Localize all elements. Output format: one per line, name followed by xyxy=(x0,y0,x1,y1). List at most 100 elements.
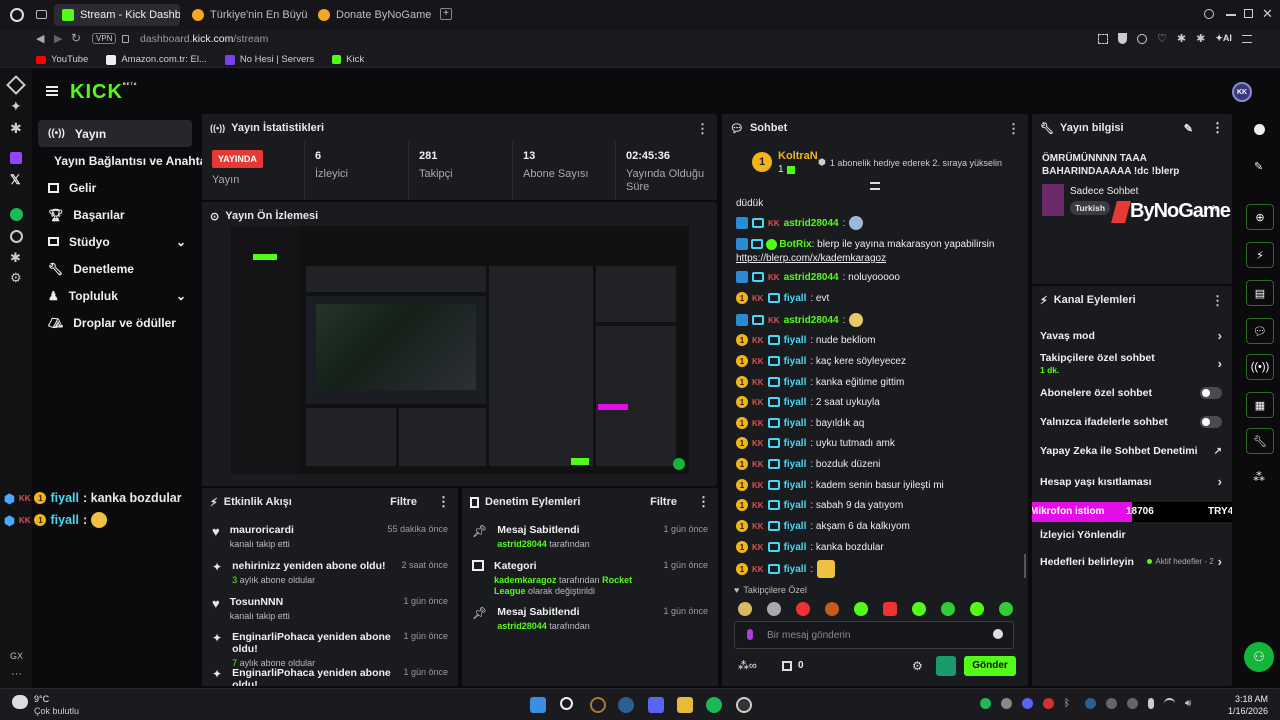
filter-button[interactable]: Filtre xyxy=(390,496,417,508)
more-options-icon[interactable]: ⋮ xyxy=(1211,294,1224,307)
rail-button-document[interactable]: ▤ xyxy=(1246,280,1274,306)
more-options-icon[interactable]: ⋮ xyxy=(437,494,450,510)
tray-icon[interactable] xyxy=(1022,698,1033,709)
tab-kick-dashboard[interactable]: Stream - Kick Dashboard xyxy=(54,4,180,26)
more-options-icon[interactable]: ⋮ xyxy=(696,122,709,135)
spotify-icon[interactable] xyxy=(706,697,722,713)
avatar[interactable]: KK xyxy=(1232,82,1252,102)
settings-icon[interactable]: ⚙ xyxy=(10,270,22,286)
chat-settings-icon[interactable]: ⚙ xyxy=(912,659,923,673)
clock-time[interactable]: 3:18 AM xyxy=(1224,694,1268,704)
slow-mode-row[interactable]: Yavaş mod › xyxy=(1040,328,1222,343)
reload-icon[interactable]: ↻ xyxy=(71,31,81,45)
heart-icon[interactable]: ♡ xyxy=(1157,33,1167,44)
opera-gx-icon[interactable] xyxy=(590,697,606,713)
ai-button[interactable]: ✦AI xyxy=(1215,33,1232,44)
filter-button[interactable]: Filtre xyxy=(650,496,677,508)
help-button[interactable]: ⚇ xyxy=(1244,642,1274,672)
new-tab-button[interactable]: + xyxy=(440,8,452,20)
volume-icon[interactable]: 🔊︎ xyxy=(1185,698,1196,709)
vpn-badge[interactable]: VPN xyxy=(92,33,117,44)
rail-button-broadcast[interactable]: ((•)) xyxy=(1246,354,1274,380)
edit-icon[interactable]: ✎ xyxy=(1184,122,1193,135)
goals-row[interactable]: Hedefleri belirleyin Aktif hedefler - 2 … xyxy=(1040,554,1222,569)
clock-date[interactable]: 1/16/2026 xyxy=(1216,706,1268,716)
emote-only-row[interactable]: Yalnızca ifadelerle sohbet xyxy=(1040,416,1222,428)
tray-icon[interactable] xyxy=(1001,698,1012,709)
account-age-row[interactable]: Hesap yaşı kısıtlaması › xyxy=(1040,474,1222,489)
nav-item-achievements[interactable]: 🏆︎ Başarılar xyxy=(32,201,198,228)
emote-icon[interactable] xyxy=(738,602,752,616)
clock-icon[interactable] xyxy=(10,230,23,243)
nav-item-studio[interactable]: Stüdyo ⌄ xyxy=(32,228,198,255)
spotify-icon[interactable] xyxy=(10,208,23,221)
search-icon[interactable] xyxy=(560,697,573,710)
raid-row[interactable]: İzleyici Yönlendir xyxy=(1040,529,1222,541)
nav-item-stream-key[interactable]: Yayın Bağlantısı ve Anahtarı xyxy=(32,147,214,174)
emote-icon[interactable] xyxy=(825,602,839,616)
emote-icon[interactable] xyxy=(941,602,955,616)
emote-icon[interactable] xyxy=(912,602,926,616)
microphone-icon[interactable] xyxy=(747,629,753,640)
bookmark-amazon[interactable]: Amazon.com.tr: El... xyxy=(106,54,207,65)
more-options-icon[interactable]: ⋮ xyxy=(1007,122,1020,135)
emote-icon[interactable] xyxy=(767,602,781,616)
tray-icon[interactable] xyxy=(1085,698,1096,709)
emote-icon[interactable] xyxy=(883,602,897,616)
bookmark-youtube[interactable]: YouTube xyxy=(36,54,88,65)
obs-icon[interactable] xyxy=(736,697,752,713)
discord-icon[interactable] xyxy=(648,697,664,713)
rail-more-icon[interactable]: ⁂ xyxy=(1253,470,1265,484)
rail-button-chat[interactable]: 💬︎ xyxy=(1246,318,1274,344)
aria-icon[interactable] xyxy=(6,75,26,95)
minimize-icon[interactable] xyxy=(1226,14,1236,16)
tray-icon[interactable] xyxy=(1043,698,1054,709)
search-icon[interactable] xyxy=(1204,9,1214,19)
screenshot-icon[interactable] xyxy=(1098,33,1108,44)
tab-donate-bynogame[interactable]: Donate ByNoGame - Gele xyxy=(310,4,434,26)
nav-item-community[interactable]: ♟ Topluluk ⌄ xyxy=(32,282,198,309)
chat-scrollbar[interactable] xyxy=(1024,554,1026,578)
back-icon[interactable]: ◀ xyxy=(36,32,44,45)
bluetooth-icon[interactable]: ᛒ xyxy=(1064,698,1075,709)
start-icon[interactable] xyxy=(530,697,546,713)
emote-icon[interactable] xyxy=(854,602,868,616)
microphone-icon[interactable] xyxy=(1148,698,1154,709)
extension-icon[interactable]: ✱ xyxy=(1196,33,1205,44)
rail-button-schedule[interactable]: ▦ xyxy=(1246,392,1274,418)
forward-icon[interactable]: ▶ xyxy=(54,32,62,45)
folder-icon[interactable] xyxy=(677,697,693,713)
play-icon[interactable] xyxy=(1137,33,1147,44)
rail-button-actions[interactable]: ⚡︎ xyxy=(1246,242,1274,268)
info-icon[interactable] xyxy=(1254,124,1265,135)
weather-icon[interactable] xyxy=(12,695,28,709)
nav-item-revenue[interactable]: Gelir xyxy=(32,174,198,201)
bookmark-no-hesi[interactable]: No Hesi | Servers xyxy=(224,54,314,65)
more-options-icon[interactable]: ⋮ xyxy=(697,494,710,510)
category-name[interactable]: Sadece Sohbet xyxy=(1070,186,1138,197)
kick-logo[interactable]: KICKBETA xyxy=(70,81,137,104)
more-icon[interactable]: ··· xyxy=(11,668,22,680)
nav-item-stream[interactable]: ((•)) Yayın xyxy=(38,120,192,147)
extension-icon[interactable]: ✦ xyxy=(10,98,22,115)
opera-logo-icon[interactable] xyxy=(10,8,24,22)
subscribers-only-row[interactable]: Abonelere özel sohbet xyxy=(1040,387,1222,399)
emote-icon[interactable] xyxy=(796,602,810,616)
chat-link[interactable]: https://blerp.com/x/kademkaragoz xyxy=(736,253,886,264)
rail-button-chat-mode[interactable]: ⊕ xyxy=(1246,204,1274,230)
steam-icon[interactable] xyxy=(618,697,634,713)
subscribers-only-toggle[interactable] xyxy=(1200,387,1222,399)
followers-only-row[interactable]: Takipçilere özel sohbet 1 dk. › xyxy=(1040,352,1222,375)
restore-icon[interactable] xyxy=(1244,9,1253,18)
hamburger-icon[interactable] xyxy=(46,86,58,96)
stream-preview-video[interactable] xyxy=(231,226,689,484)
address-input[interactable]: dashboard.kick.com/stream xyxy=(140,33,268,45)
x-icon[interactable]: 𝕏 xyxy=(10,172,20,188)
emote-only-toggle[interactable] xyxy=(1200,416,1222,428)
nav-item-moderation[interactable]: 🔧︎ Denetleme xyxy=(32,255,198,282)
nav-item-drops[interactable]: ⛺︎ Droplar ve ödüller xyxy=(32,309,198,336)
tray-icon[interactable] xyxy=(1127,698,1138,709)
chat-input[interactable]: Bir mesaj gönderin xyxy=(734,621,1014,649)
ai-moderation-row[interactable]: Yapay Zeka ile Sohbet Denetimi ↗ xyxy=(1040,445,1222,457)
emoji-icon[interactable] xyxy=(993,629,1003,639)
